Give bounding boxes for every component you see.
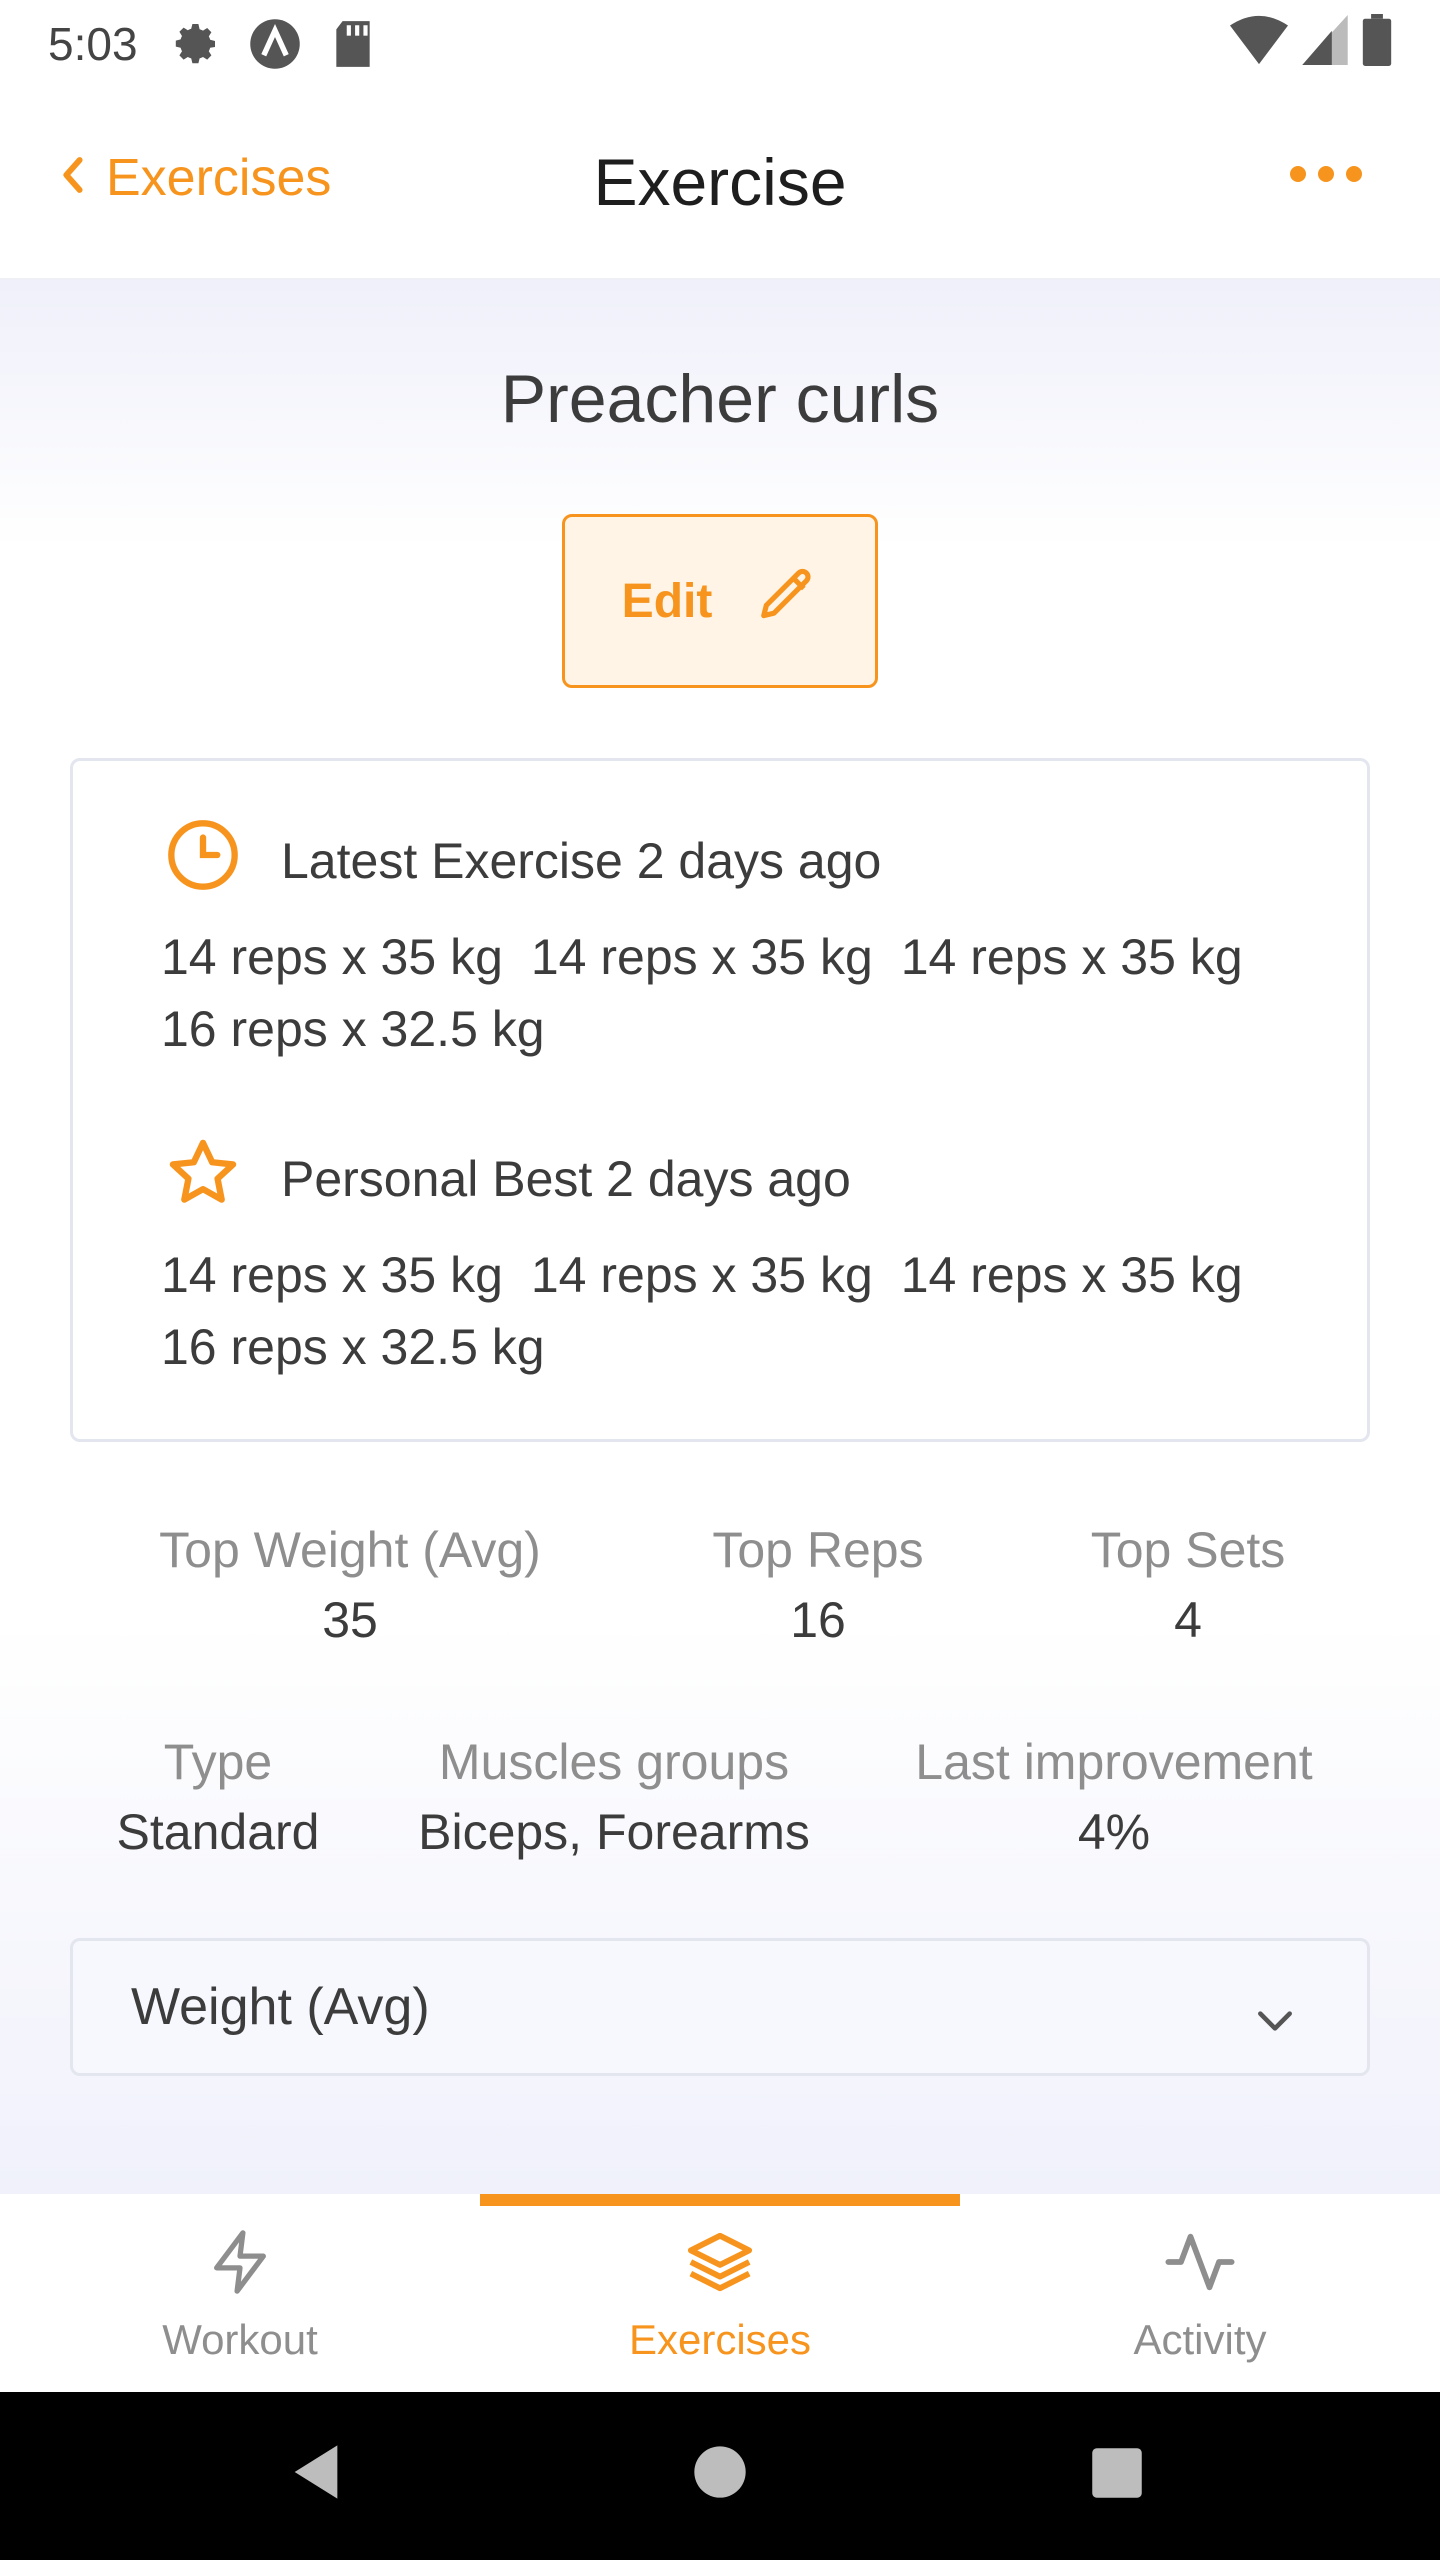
status-time: 5:03 [48,18,138,70]
more-dot [1318,166,1334,182]
bottom-tab-bar: Workout Exercises Activity [0,2194,1440,2392]
personal-best-label: Personal Best 2 days ago [281,1151,851,1207]
personal-best-heading: Personal Best 2 days ago [165,1135,851,1223]
set-entry: 14 reps x 35 kg [161,929,503,985]
latest-sets: 14 reps x 35 kg 14 reps x 35 kg 14 reps … [161,921,1321,1065]
set-entry: 14 reps x 35 kg [900,1247,1243,1303]
battery-icon [1362,14,1392,71]
stat-value: 35 [322,1592,378,1648]
set-entry: 14 reps x 35 kg [530,1247,873,1303]
latest-exercise-label: Latest Exercise 2 days ago [281,833,882,889]
set-entry: 16 reps x 32.5 kg [161,1001,545,1057]
clock-icon [165,817,241,905]
page-title: Exercise [593,145,847,219]
app-header: Exercises Exercise [0,88,1440,280]
detail-muscle-groups: Muscles groups Biceps, Forearms [354,1728,874,1868]
set-entry: 14 reps x 35 kg [530,929,873,985]
home-nav-icon[interactable] [692,2444,748,2505]
active-tab-indicator [480,2194,960,2206]
more-options-button[interactable] [1290,166,1362,182]
detail-label: Muscles groups [438,1734,790,1790]
detail-value: 4% [1077,1804,1151,1860]
stat-label: Top Sets [1090,1522,1286,1578]
a-logo-icon [246,15,304,73]
chevron-down-icon [1253,1989,1297,2049]
set-entry: 16 reps x 32.5 kg [161,1319,545,1375]
personal-best-sets: 14 reps x 35 kg 14 reps x 35 kg 14 reps … [161,1239,1321,1383]
latest-exercise-heading: Latest Exercise 2 days ago [165,817,881,905]
tab-label: Workout [162,2316,318,2363]
star-icon [165,1135,241,1223]
sd-card-icon [324,15,382,73]
chart-metric-select[interactable]: Weight (Avg) [70,1938,1370,2076]
detail-value: Biceps, Forearms [418,1804,810,1860]
history-card: Latest Exercise 2 days ago 14 reps x 35 … [70,758,1370,1442]
wifi-icon [1230,15,1288,70]
tab-workout[interactable]: Workout [0,2194,480,2392]
more-dot [1346,166,1362,182]
stat-top-weight: Top Weight (Avg) 35 [90,1516,610,1656]
set-entry: 14 reps x 35 kg [900,929,1243,985]
stat-value: 4 [1174,1592,1202,1648]
edit-label: Edit [621,574,713,628]
detail-last-improvement: Last improvement 4% [854,1728,1374,1868]
stat-top-sets: Top Sets 4 [928,1516,1440,1656]
status-bar: 5:03 [0,0,1440,88]
back-nav-icon[interactable] [288,2440,344,2509]
exercise-name: Preacher curls [500,361,940,437]
tab-label: Activity [1133,2316,1267,2363]
lightning-icon [0,2222,480,2302]
chart-metric-selected: Weight (Avg) [131,1978,430,2036]
system-nav-bar [0,2392,1440,2560]
tab-label: Exercises [628,2316,812,2363]
stat-label: Top Weight (Avg) [159,1522,541,1578]
recents-nav-icon[interactable] [1090,2446,1144,2505]
signal-icon [1302,15,1348,70]
set-entry: 14 reps x 35 kg [161,1247,503,1303]
more-horizontal-icon [1290,166,1306,182]
detail-label: Last improvement [915,1734,1313,1790]
edit-button[interactable]: Edit [562,514,878,688]
tab-activity[interactable]: Activity [960,2194,1440,2392]
settings-icon [168,15,226,73]
tab-exercises[interactable]: Exercises [480,2194,960,2392]
exercise-content: Preacher curls Edit Latest Exercise 2 da… [0,280,1440,2194]
activity-icon [960,2222,1440,2302]
pencil-icon [756,564,818,638]
layers-icon [480,2222,960,2302]
